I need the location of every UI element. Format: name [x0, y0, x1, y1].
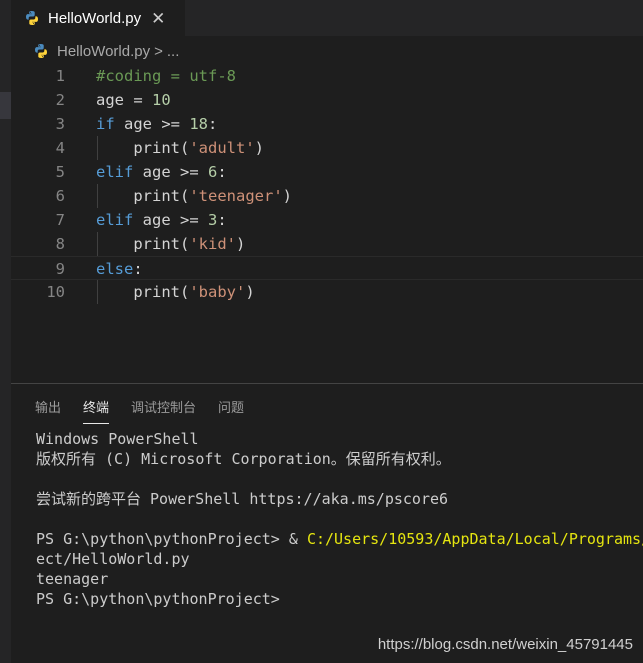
indent-guide — [97, 184, 98, 208]
code-token: 'kid' — [189, 235, 236, 253]
indent-guide — [97, 136, 98, 160]
code-line[interactable]: 5 elif age >= 6: — [11, 160, 643, 184]
line-number: 4 — [55, 139, 65, 157]
editor-tab-bar: HelloWorld.py ✕ — [11, 0, 643, 36]
line-number: 9 — [55, 260, 65, 278]
terminal-line: Windows PowerShell — [36, 430, 199, 448]
code-token: print( — [96, 283, 190, 301]
activity-selection — [0, 92, 11, 119]
breadcrumb: HelloWorld.py > ... — [11, 36, 643, 66]
code-token: ) — [245, 283, 255, 301]
python-icon — [35, 44, 47, 58]
python-icon — [26, 11, 38, 25]
code-token: 'adult' — [189, 139, 255, 157]
code-token: age = — [96, 91, 152, 109]
code-line[interactable]: 4 print('adult') — [11, 136, 643, 160]
line-number: 5 — [55, 163, 65, 181]
code-token: 6 — [207, 163, 218, 181]
code-token: #coding = utf-8 — [96, 67, 236, 85]
tab-helloworld[interactable]: HelloWorld.py ✕ — [11, 0, 185, 36]
code-line[interactable]: 7 elif age >= 3: — [11, 208, 643, 232]
code-text: elif age >= 6: — [96, 160, 227, 184]
code-line[interactable]: 6 print('teenager') — [11, 184, 643, 208]
code-token: : — [217, 211, 227, 229]
panel-tabs: 输出 终端 调试控制台 问题 — [35, 398, 266, 424]
terminal-output: teenager — [36, 570, 109, 588]
code-token: print( — [96, 235, 190, 253]
chevron-right-icon: > — [154, 42, 163, 60]
terminal-command-path: C:/Users/10593/AppData/Local/Programs/ — [306, 530, 643, 548]
code-text: else: — [96, 257, 143, 281]
code-text: if age >= 18: — [96, 112, 217, 136]
code-token: age >= — [133, 163, 208, 181]
code-text: age = 10 — [96, 88, 171, 112]
code-text: elif age >= 3: — [96, 208, 227, 232]
watermark: https://blog.csdn.net/weixin_45791445 — [377, 636, 633, 653]
code-token: ) — [282, 187, 292, 205]
indent-guide — [97, 232, 98, 256]
code-token: 10 — [152, 91, 171, 109]
code-token: ) — [236, 235, 246, 253]
line-number: 8 — [55, 235, 65, 253]
code-line[interactable]: 9 else: — [11, 256, 643, 280]
activity-strip — [0, 0, 11, 663]
code-line[interactable]: 2 age = 10 — [11, 88, 643, 112]
code-token: 'baby' — [189, 283, 246, 301]
code-token: 18 — [189, 115, 208, 133]
tab-output[interactable]: 输出 — [35, 398, 61, 424]
code-token: : — [208, 115, 218, 133]
code-text: print('kid') — [96, 232, 245, 256]
code-token: : — [217, 163, 227, 181]
line-number: 6 — [55, 187, 65, 205]
line-number: 7 — [55, 211, 65, 229]
code-token: 'teenager' — [189, 187, 283, 205]
tab-terminal[interactable]: 终端 — [83, 398, 110, 424]
tab-label: HelloWorld.py — [48, 9, 142, 27]
line-number: 1 — [55, 67, 65, 85]
line-number: 10 — [46, 283, 65, 301]
bottom-panel: 输出 终端 调试控制台 问题 Windows PowerShell 版权所有 (… — [11, 383, 643, 663]
tab-problems[interactable]: 问题 — [218, 398, 244, 424]
line-number: 2 — [55, 91, 65, 109]
code-line[interactable]: 3 if age >= 18: — [11, 112, 643, 136]
code-text: print('baby') — [96, 280, 255, 304]
breadcrumb-file[interactable]: HelloWorld.py — [57, 43, 150, 60]
code-token: print( — [96, 139, 190, 157]
code-line[interactable]: 1 #coding = utf-8 — [11, 64, 643, 88]
code-token: print( — [96, 187, 190, 205]
code-token: if — [96, 115, 115, 133]
terminal-line: ect/HelloWorld.py — [36, 550, 190, 568]
code-token: elif — [96, 163, 134, 181]
terminal-line: 尝试新的跨平台 PowerShell https://aka.ms/pscore… — [36, 490, 449, 508]
close-icon[interactable]: ✕ — [151, 10, 165, 27]
terminal-prompt: PS G:\python\pythonProject> — [36, 590, 280, 608]
code-token: else — [96, 260, 134, 278]
code-token: age >= — [114, 115, 190, 133]
code-token: 3 — [207, 211, 218, 229]
code-token: elif — [96, 211, 134, 229]
code-token: : — [133, 260, 143, 278]
code-line[interactable]: 8 print('kid') — [11, 232, 643, 256]
terminal-prompt: PS G:\python\pythonProject> & — [36, 530, 307, 548]
code-text: print('adult') — [96, 136, 264, 160]
line-number: 3 — [55, 115, 65, 133]
code-token: age >= — [133, 211, 208, 229]
tab-debug-console[interactable]: 调试控制台 — [131, 398, 196, 424]
code-line[interactable]: 10 print('baby') — [11, 280, 643, 304]
terminal-line: 版权所有 (C) Microsoft Corporation。保留所有权利。 — [36, 450, 451, 468]
indent-guide — [97, 280, 98, 304]
terminal-command-line: PS G:\python\pythonProject> & C:/Users/1… — [36, 529, 643, 549]
code-token: ) — [254, 139, 264, 157]
code-text: #coding = utf-8 — [96, 64, 236, 88]
code-text: print('teenager') — [96, 184, 292, 208]
breadcrumb-more[interactable]: ... — [167, 43, 180, 60]
code-editor[interactable]: 1 #coding = utf-8 2 age = 10 3 if age >= 18: 4… — [11, 64, 643, 382]
